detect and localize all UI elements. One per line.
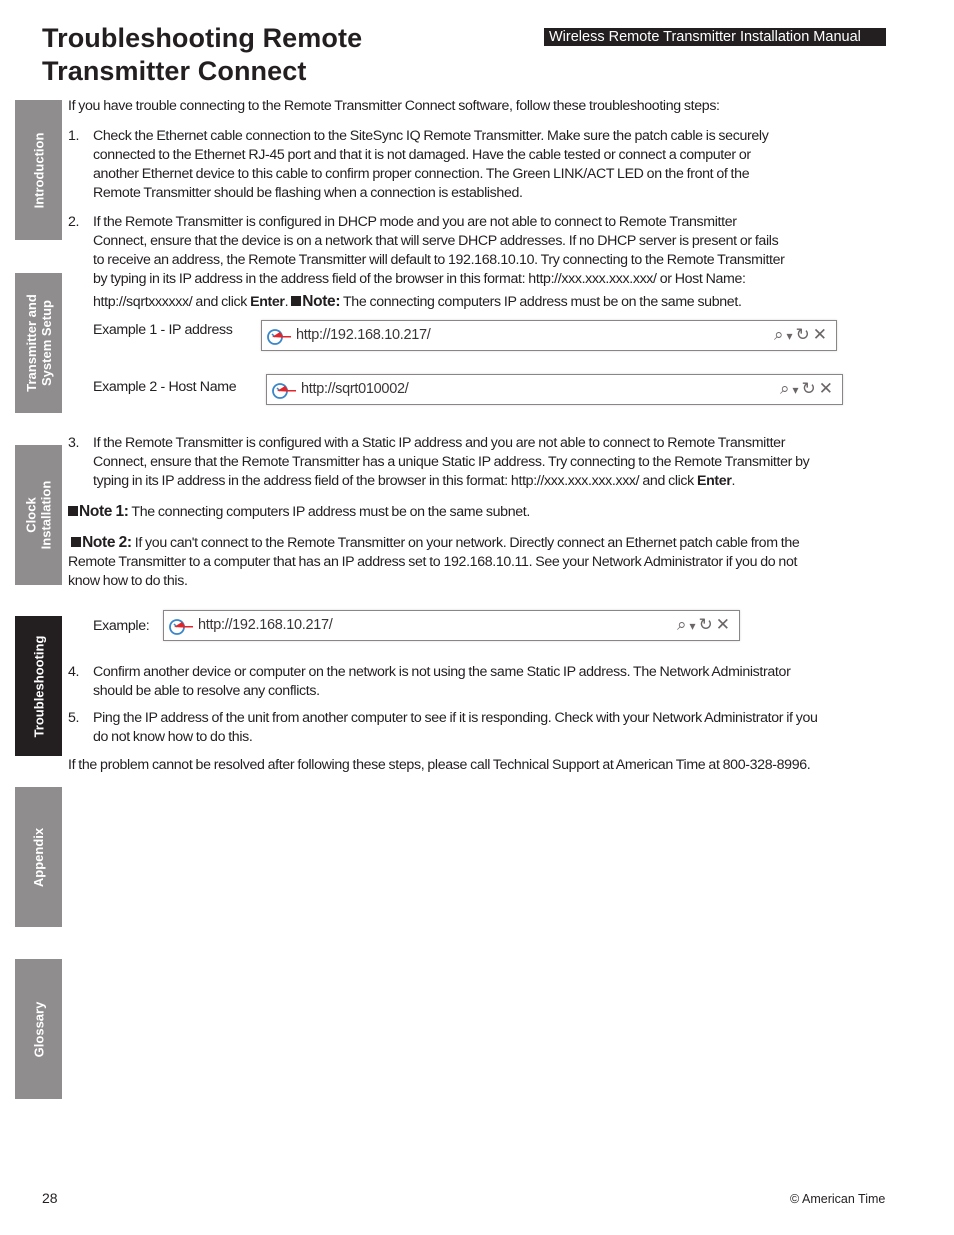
step-text: . xyxy=(731,473,736,489)
page-number: 28 xyxy=(42,1190,58,1206)
step-line: Confirm another device or computer on th… xyxy=(93,664,791,680)
tab-label-line1: Transmitter and xyxy=(23,294,39,392)
tab-glossary[interactable]: Glossary xyxy=(15,959,62,1099)
example-1-address-bar: http://192.168.10.217/ ⌕▾↻✕ xyxy=(261,320,837,351)
step-line: connected to the Ethernet RJ-45 port and… xyxy=(93,147,751,163)
note-square-icon xyxy=(291,296,302,306)
close-icon: ✕ xyxy=(812,325,830,344)
note-square-icon xyxy=(71,537,82,547)
tab-introduction[interactable]: Introduction xyxy=(15,100,62,240)
note-text: The connecting computers IP address must… xyxy=(340,294,742,310)
step-number: 4. xyxy=(68,664,80,680)
step-line: should be able to resolve any conflicts. xyxy=(93,683,320,699)
note-line: Note 2: If you can't connect to the Remo… xyxy=(68,533,888,553)
example-2-address-bar: http://sqrt010002/ ⌕▾↻✕ xyxy=(266,374,843,405)
example-1-label: Example 1 - IP address xyxy=(93,322,233,338)
dropdown-icon: ▾ xyxy=(792,383,802,397)
step-line: If the Remote Transmitter is configured … xyxy=(93,435,786,451)
step-line: do not know how to do this. xyxy=(93,729,253,745)
step-line: by typing in its IP address in the addre… xyxy=(93,271,746,287)
search-icon: ⌕ xyxy=(773,325,787,344)
refresh-icon: ↻ xyxy=(801,379,819,398)
step-line: Remote Transmitter should be flashing wh… xyxy=(93,185,523,201)
tab-label-line1: Clock xyxy=(23,497,39,533)
step-line: If the Remote Transmitter is configured … xyxy=(93,214,737,230)
step-line: Connect, ensure that the device is on a … xyxy=(93,233,779,249)
step-line: http://sqrtxxxxxx/ and click Enter. Note… xyxy=(93,292,888,312)
step-number: 1. xyxy=(68,128,80,144)
tab-transmitter-setup-label: Transmitter and System Setup xyxy=(24,294,54,392)
address-url: http://192.168.10.217/ xyxy=(296,327,431,343)
step-line: another Ethernet device to this cable to… xyxy=(93,166,750,182)
address-url: http://sqrt010002/ xyxy=(301,381,409,397)
tab-appendix[interactable]: Appendix xyxy=(15,787,62,927)
dropdown-icon: ▾ xyxy=(786,329,796,343)
enter-keyword: Enter xyxy=(250,294,285,310)
tab-troubleshooting[interactable]: Troubleshooting xyxy=(15,616,62,756)
search-icon: ⌕ xyxy=(779,379,793,398)
step-line: Connect, ensure that the Remote Transmit… xyxy=(93,454,810,470)
note-2: Note 2: If you can't connect to the Remo… xyxy=(68,533,888,591)
copyright-notice: © American Time xyxy=(790,1192,886,1206)
step-number: 2. xyxy=(68,214,80,230)
step-text: http://sqrtxxxxxx/ and click xyxy=(93,294,251,310)
search-icon: ⌕ xyxy=(676,615,690,634)
closing-paragraph: If the problem cannot be resolved after … xyxy=(68,757,811,773)
note-label: Note 1: xyxy=(79,503,129,520)
step-line: to receive an address, the Remote Transm… xyxy=(93,252,785,268)
note-square-icon xyxy=(68,506,78,516)
dropdown-icon: ▾ xyxy=(689,619,699,633)
example-2-label: Example 2 - Host Name xyxy=(93,379,237,395)
tab-glossary-label: Glossary xyxy=(31,1001,46,1057)
tab-label-line2: System Setup xyxy=(38,300,54,386)
note-text: The connecting computers IP address must… xyxy=(128,504,530,520)
step-text: typing in its IP address in the address … xyxy=(93,473,697,489)
tab-label-line2: Installation xyxy=(38,480,54,550)
note-label: Note: xyxy=(302,293,341,310)
tab-clock-installation[interactable]: Clock Installation xyxy=(15,445,62,585)
browser-logo-icon xyxy=(272,383,296,399)
page-title: Troubleshooting Remote Transmitter Conne… xyxy=(42,22,362,88)
step-line: Check the Ethernet cable connection to t… xyxy=(93,128,769,144)
step-line: typing in its IP address in the address … xyxy=(93,472,888,491)
step-line: Ping the IP address of the unit from ano… xyxy=(93,710,818,726)
tab-clock-installation-label: Clock Installation xyxy=(24,481,54,550)
page-title-line1: Troubleshooting Remote xyxy=(42,23,363,53)
page-title-line2: Transmitter Connect xyxy=(42,56,307,86)
address-url: http://192.168.10.217/ xyxy=(198,617,333,633)
step-number: 5. xyxy=(68,710,80,726)
intro-paragraph: If you have trouble connecting to the Re… xyxy=(68,98,720,114)
step-text: . xyxy=(284,294,292,310)
refresh-icon: ↻ xyxy=(698,615,716,634)
tab-appendix-label: Appendix xyxy=(31,827,47,887)
note-label: Note 2: xyxy=(82,534,132,551)
note-line: know how to do this. xyxy=(68,573,188,589)
tab-transmitter-setup[interactable]: Transmitter and System Setup xyxy=(15,273,62,413)
note-1: Note 1: The connecting computers IP addr… xyxy=(68,502,888,522)
manual-title-band: Wireless Remote Transmitter Installation… xyxy=(544,28,886,46)
browser-logo-icon xyxy=(169,619,193,635)
step-number: 3. xyxy=(68,435,80,451)
example-3-address-bar: http://192.168.10.217/ ⌕▾↻✕ xyxy=(163,610,740,641)
close-icon: ✕ xyxy=(715,615,733,634)
example-3-label: Example: xyxy=(93,618,150,634)
tab-troubleshooting-label: Troubleshooting xyxy=(31,635,47,737)
browser-logo-icon xyxy=(267,329,291,345)
enter-keyword: Enter xyxy=(697,473,732,489)
note-text: If you can't connect to the Remote Trans… xyxy=(131,535,800,551)
tab-introduction-label: Introduction xyxy=(31,132,47,208)
close-icon: ✕ xyxy=(818,379,836,398)
note-line: Remote Transmitter to a computer that ha… xyxy=(68,554,798,570)
refresh-icon: ↻ xyxy=(795,325,813,344)
